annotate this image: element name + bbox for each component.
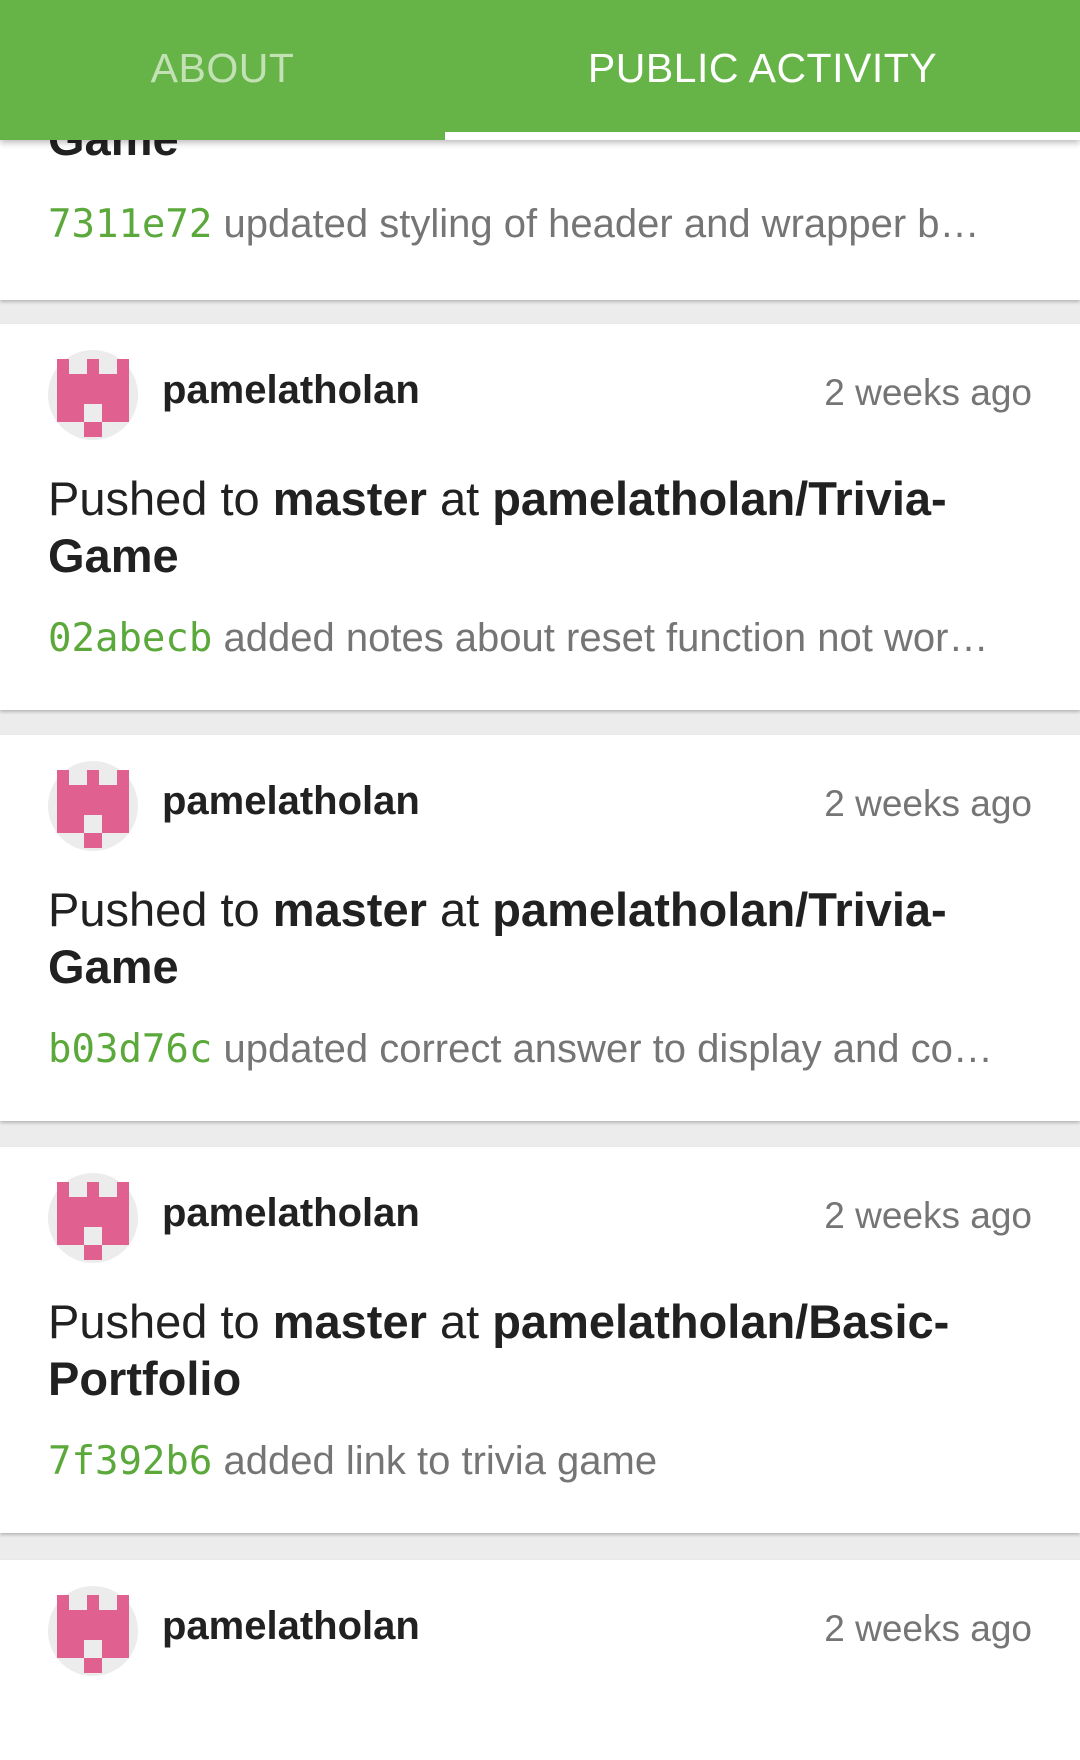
activity-card[interactable]: pamelatholan 2 weeks ago Pushed to maste…: [0, 324, 1080, 710]
timestamp: 2 weeks ago: [824, 372, 1032, 413]
event-description: Pushed to master at pamelatholan/Trivia-…: [48, 883, 947, 993]
username[interactable]: pamelatholan: [162, 1604, 420, 1649]
commit-sha[interactable]: b03d76c: [48, 1027, 212, 1072]
event-description: Pushed to master at pamelatholan/Trivia-…: [48, 472, 947, 582]
commit-line[interactable]: 02abecb added notes about reset function…: [48, 616, 1032, 661]
branch-name[interactable]: master: [273, 1295, 427, 1348]
tab-selected-indicator: [445, 132, 1080, 140]
user-avatar[interactable]: [48, 761, 138, 851]
branch-name[interactable]: master: [273, 472, 427, 525]
commit-sha[interactable]: 7f392b6: [48, 1439, 212, 1484]
identicon-icon: [57, 1182, 129, 1260]
identicon-icon: [57, 359, 129, 437]
timestamp: 2 weeks ago: [824, 1195, 1032, 1236]
username[interactable]: pamelatholan: [162, 368, 420, 413]
timestamp: 2 weeks ago: [824, 783, 1032, 824]
commit-line[interactable]: 7311e72 updated styling of header and wr…: [48, 202, 1032, 247]
commit-message: updated correct answer to display and co…: [223, 1027, 993, 1071]
username[interactable]: pamelatholan: [162, 1191, 420, 1236]
activity-card[interactable]: pamelatholan 2 weeks ago Pushed to maste…: [0, 735, 1080, 1121]
user-avatar[interactable]: [48, 1173, 138, 1263]
user-avatar[interactable]: [48, 1586, 138, 1676]
activity-card[interactable]: pamelatholan 2 weeks ago: [0, 1560, 1080, 1760]
commit-message: added link to trivia game: [223, 1439, 658, 1483]
timestamp: 2 weeks ago: [824, 1608, 1032, 1649]
branch-name[interactable]: master: [273, 883, 427, 936]
identicon-icon: [57, 1595, 129, 1673]
event-description: Pushed to master at pamelatholan/Basic-P…: [48, 1295, 950, 1405]
activity-card[interactable]: pamelatholan 2 weeks ago Pushed to maste…: [0, 1147, 1080, 1533]
tab-about[interactable]: ABOUT: [0, 0, 445, 140]
username[interactable]: pamelatholan: [162, 779, 420, 824]
commit-line[interactable]: 7f392b6 added link to trivia game: [48, 1439, 1032, 1484]
tab-bar: ABOUT PUBLIC ACTIVITY: [0, 0, 1080, 140]
commit-message: added notes about reset function not wor…: [223, 616, 989, 660]
commit-sha[interactable]: 7311e72: [48, 202, 212, 247]
identicon-icon: [57, 770, 129, 848]
tab-public-activity[interactable]: PUBLIC ACTIVITY: [445, 0, 1080, 140]
commit-sha[interactable]: 02abecb: [48, 616, 212, 661]
user-avatar[interactable]: [48, 350, 138, 440]
commit-message: updated styling of header and wrapper b…: [223, 202, 980, 246]
commit-line[interactable]: b03d76c updated correct answer to displa…: [48, 1027, 1032, 1072]
